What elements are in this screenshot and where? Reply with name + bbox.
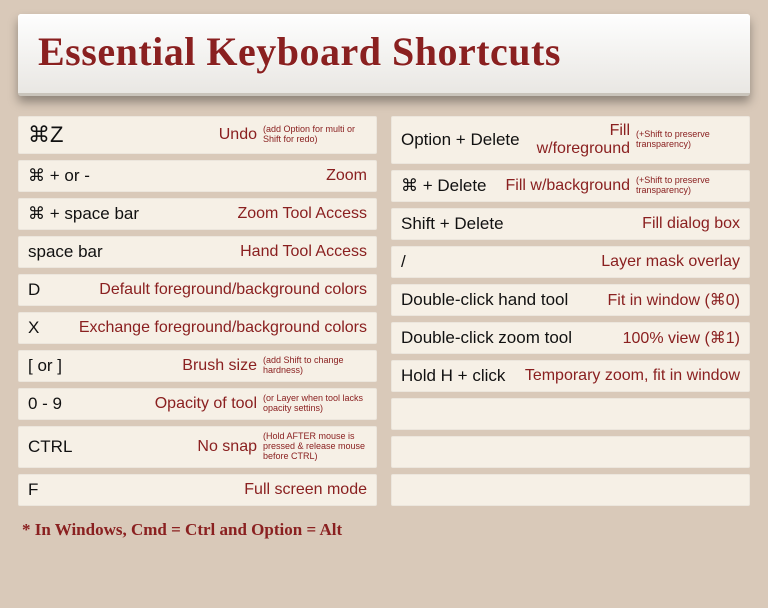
shortcut-action: Layer mask overlay bbox=[406, 253, 740, 271]
shortcut-row: ⌘ZUndo(add Option for multi or Shift for… bbox=[18, 116, 377, 154]
shortcut-row bbox=[391, 436, 750, 468]
shortcut-row: FFull screen mode bbox=[18, 474, 377, 506]
shortcut-row: ⌘ + DeleteFill w/background(+Shift to pr… bbox=[391, 170, 750, 202]
shortcut-note: (Hold AFTER mouse is pressed & release m… bbox=[257, 432, 367, 462]
shortcut-keys: CTRL bbox=[28, 437, 72, 457]
shortcut-keys: ⌘Z bbox=[28, 122, 63, 148]
shortcut-columns: ⌘ZUndo(add Option for multi or Shift for… bbox=[0, 96, 768, 506]
shortcut-row: Double-click zoom tool100% view (⌘1) bbox=[391, 322, 750, 354]
shortcut-action: Hand Tool Access bbox=[103, 243, 367, 261]
shortcut-action: Fill w/background bbox=[487, 177, 630, 195]
shortcut-action: No snap bbox=[72, 438, 257, 456]
shortcut-row: Option + DeleteFill w/foreground(+Shift … bbox=[391, 116, 750, 164]
shortcut-row: CTRLNo snap(Hold AFTER mouse is pressed … bbox=[18, 426, 377, 468]
page-title: Essential Keyboard Shortcuts bbox=[38, 28, 730, 75]
shortcut-row: ⌘ + or -Zoom bbox=[18, 160, 377, 192]
shortcut-action: Default foreground/background colors bbox=[40, 281, 367, 299]
shortcut-action: Full screen mode bbox=[38, 481, 367, 499]
shortcut-action: Undo bbox=[63, 126, 257, 144]
shortcut-row: Hold H + clickTemporary zoom, fit in win… bbox=[391, 360, 750, 392]
shortcut-action: Opacity of tool bbox=[62, 395, 257, 413]
shortcut-action: Brush size bbox=[62, 357, 257, 375]
shortcut-keys: ⌘ + Delete bbox=[401, 176, 487, 196]
shortcut-action: Zoom bbox=[90, 167, 367, 185]
shortcut-row bbox=[391, 474, 750, 506]
shortcut-note: (add Option for multi or Shift for redo) bbox=[257, 125, 367, 145]
shortcut-row bbox=[391, 398, 750, 430]
shortcut-row: 0 - 9Opacity of tool(or Layer when tool … bbox=[18, 388, 377, 420]
shortcut-keys: Option + Delete bbox=[401, 130, 520, 150]
shortcut-note: (+Shift to preserve transparency) bbox=[630, 130, 740, 150]
shortcut-action: Fill w/foreground bbox=[520, 122, 630, 158]
shortcut-keys: space bar bbox=[28, 242, 103, 262]
title-banner: Essential Keyboard Shortcuts bbox=[18, 14, 750, 96]
shortcut-action: Exchange foreground/background colors bbox=[39, 319, 367, 337]
shortcut-action: Fill dialog box bbox=[504, 215, 740, 233]
shortcut-action: Fit in window (⌘0) bbox=[568, 290, 740, 310]
shortcut-row: DDefault foreground/background colors bbox=[18, 274, 377, 306]
footnote: * In Windows, Cmd = Ctrl and Option = Al… bbox=[0, 506, 768, 540]
right-column: Option + DeleteFill w/foreground(+Shift … bbox=[391, 116, 750, 506]
shortcut-note: (+Shift to preserve transparency) bbox=[630, 176, 740, 196]
shortcut-keys: [ or ] bbox=[28, 356, 62, 376]
shortcut-row: /Layer mask overlay bbox=[391, 246, 750, 278]
shortcut-keys: D bbox=[28, 280, 40, 300]
shortcut-row: Double-click hand toolFit in window (⌘0) bbox=[391, 284, 750, 316]
shortcut-keys: Hold H + click bbox=[401, 366, 505, 386]
shortcut-action: Temporary zoom, fit in window bbox=[505, 367, 740, 385]
shortcut-row: XExchange foreground/background colors bbox=[18, 312, 377, 344]
shortcut-keys: Double-click zoom tool bbox=[401, 328, 572, 348]
shortcut-keys: Double-click hand tool bbox=[401, 290, 568, 310]
shortcut-keys: ⌘ + space bar bbox=[28, 204, 139, 224]
shortcut-keys: Shift + Delete bbox=[401, 214, 504, 234]
shortcut-keys: F bbox=[28, 480, 38, 500]
shortcut-row: ⌘ + space barZoom Tool Access bbox=[18, 198, 377, 230]
shortcut-action: 100% view (⌘1) bbox=[572, 328, 740, 348]
shortcut-keys: 0 - 9 bbox=[28, 394, 62, 414]
left-column: ⌘ZUndo(add Option for multi or Shift for… bbox=[18, 116, 377, 506]
shortcut-keys: X bbox=[28, 318, 39, 338]
shortcut-row: [ or ]Brush size(add Shift to change har… bbox=[18, 350, 377, 382]
shortcut-row: Shift + DeleteFill dialog box bbox=[391, 208, 750, 240]
shortcut-action: Zoom Tool Access bbox=[139, 205, 367, 223]
shortcut-note: (add Shift to change hardness) bbox=[257, 356, 367, 376]
shortcut-keys: ⌘ + or - bbox=[28, 166, 90, 186]
shortcut-note: (or Layer when tool lacks opacity settin… bbox=[257, 394, 367, 414]
shortcut-row: space barHand Tool Access bbox=[18, 236, 377, 268]
